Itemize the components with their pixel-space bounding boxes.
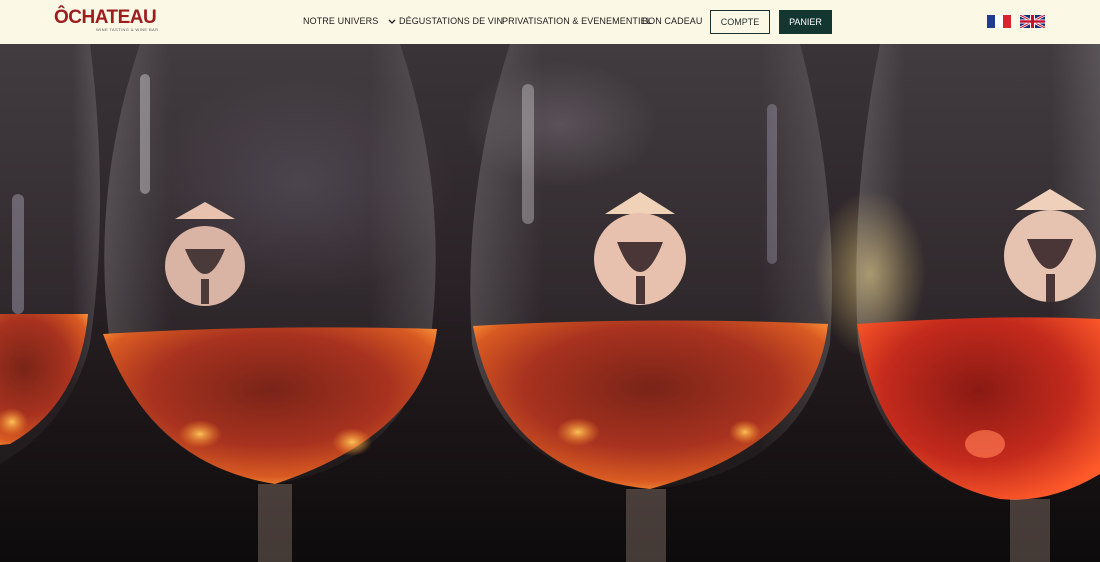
- french-flag-icon[interactable]: [987, 15, 1011, 28]
- logo-tagline: WINE TASTING & WINE BAR: [96, 27, 159, 32]
- logo-wordmark: ÔCHATEAU: [54, 7, 157, 28]
- nav-bon-cadeau[interactable]: BON CADEAU: [642, 16, 703, 26]
- uk-flag-icon[interactable]: [1019, 13, 1046, 30]
- brand-logo[interactable]: ÔCHATEAU WINE TASTING & WINE BAR: [54, 7, 159, 36]
- nav-degustations[interactable]: DÉGUSTATIONS DE VIN: [399, 16, 503, 26]
- wine-glasses-illustration: [0, 44, 1100, 562]
- account-button[interactable]: COMPTE: [710, 10, 770, 34]
- site-header: ÔCHATEAU WINE TASTING & WINE BAR NOTRE U…: [0, 0, 1100, 44]
- hero-image: [0, 44, 1100, 562]
- cart-button[interactable]: PANIER: [779, 10, 832, 34]
- chevron-down-icon: [388, 17, 396, 27]
- nav-notre-univers-label: NOTRE UNIVERS: [303, 16, 379, 26]
- nav-privatisation[interactable]: PRIVATISATION & EVENEMENTIEL: [502, 16, 652, 26]
- nav-notre-univers[interactable]: NOTRE UNIVERS: [303, 16, 396, 27]
